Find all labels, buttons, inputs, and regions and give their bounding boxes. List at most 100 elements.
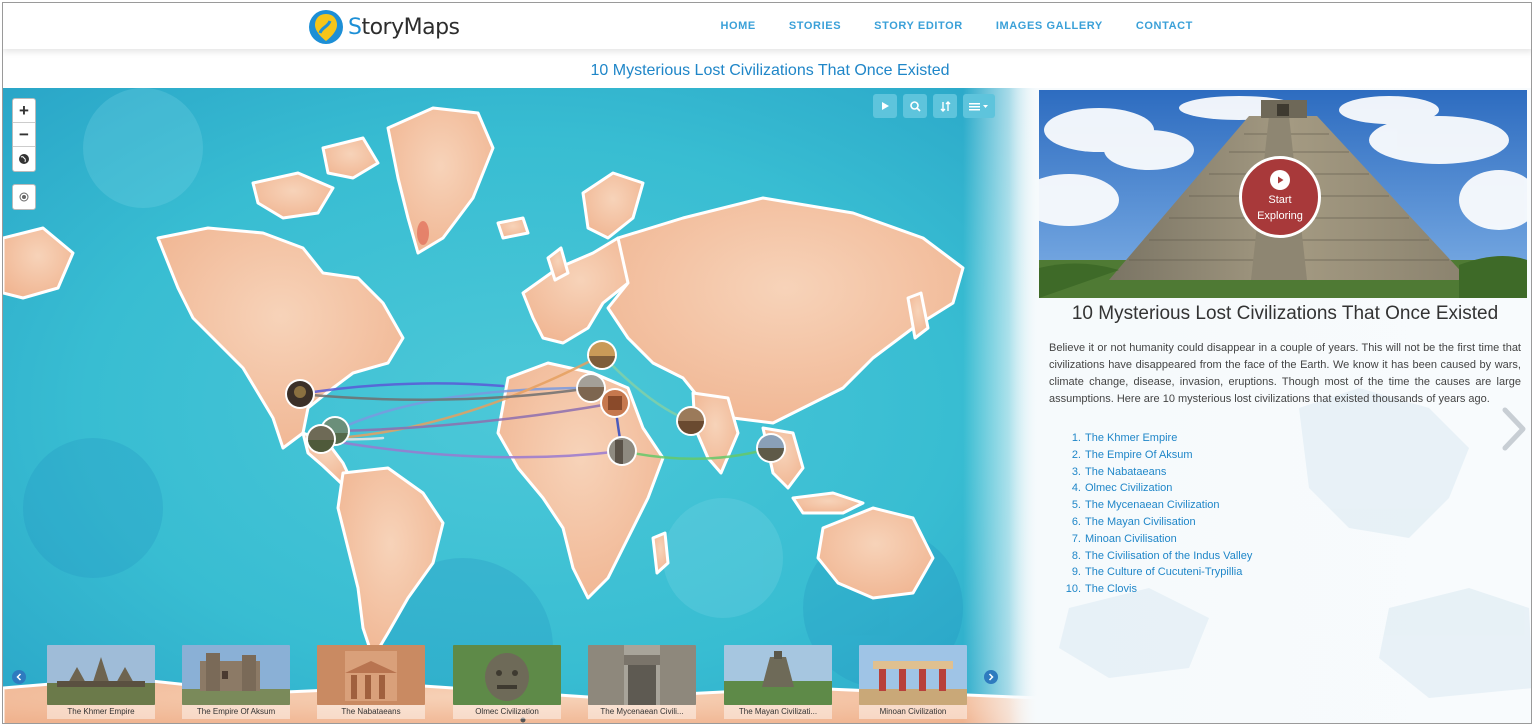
list-item[interactable]: 9. The Culture of Cucuteni-Trypillia <box>1063 564 1363 581</box>
list-number: 9. <box>1071 566 1081 579</box>
layers-icon <box>969 103 988 111</box>
nav-stories[interactable]: STORIES <box>789 20 841 32</box>
start-exploring-line1: Start <box>1268 194 1292 206</box>
thumbnail-nabataeans[interactable]: The Nabataeans <box>317 645 425 719</box>
storymaps-logo[interactable]: StoryMaps <box>308 8 460 46</box>
list-link[interactable]: The Empire Of Aksum <box>1085 449 1193 461</box>
globe-button[interactable] <box>13 147 35 171</box>
list-item[interactable]: 6. The Mayan Civilisation <box>1063 514 1363 531</box>
list-link[interactable]: The Mycenaean Civilization <box>1085 499 1220 511</box>
nav-images-gallery[interactable]: IMAGES GALLERY <box>996 20 1103 32</box>
thumbnail-olmec[interactable]: Olmec Civilization <box>453 645 561 719</box>
list-link[interactable]: The Culture of Cucuteni-Trypillia <box>1085 566 1242 578</box>
thumbnail-label: The Empire Of Aksum <box>182 705 290 719</box>
list-link[interactable]: The Clovis <box>1085 583 1137 595</box>
play-icon <box>882 102 889 110</box>
list-link[interactable]: Olmec Civilization <box>1085 482 1172 494</box>
chevron-right-icon <box>988 673 994 681</box>
marker-cucuteni[interactable] <box>587 340 617 370</box>
page-title: 10 Mysterious Lost Civilizations That On… <box>590 62 950 79</box>
carousel-prev-button[interactable] <box>12 670 26 684</box>
nav-menu: HOME STORIES STORY EDITOR IMAGES GALLERY… <box>687 3 1193 49</box>
list-link[interactable]: The Khmer Empire <box>1085 432 1177 444</box>
watercolor-map-canvas <box>3 88 1039 723</box>
list-link[interactable]: Minoan Civilisation <box>1085 533 1177 545</box>
list-number: 5. <box>1071 499 1081 512</box>
list-link[interactable]: The Civilisation of the Indus Valley <box>1085 550 1252 562</box>
story-title: 10 Mysterious Lost Civilizations That On… <box>1071 303 1499 324</box>
start-exploring-button[interactable]: Start Exploring <box>1239 156 1321 238</box>
list-item[interactable]: 5. The Mycenaean Civilization <box>1063 497 1363 514</box>
watercolor-accent <box>417 221 429 245</box>
list-link[interactable]: The Nabataeans <box>1085 466 1166 478</box>
carousel-next-button[interactable] <box>984 670 998 684</box>
zoom-search-button[interactable] <box>903 94 927 118</box>
thumbnail-label: The Mycenaean Civili... <box>588 705 696 719</box>
list-item[interactable]: 8. The Civilisation of the Indus Valley <box>1063 548 1363 565</box>
nav-home[interactable]: HOME <box>720 20 755 32</box>
marker-nabataeans[interactable] <box>600 388 630 418</box>
logo-text-tory: tory <box>361 14 404 40</box>
thumbnail-label: Olmec Civilization <box>453 705 561 719</box>
thumbnail-image <box>724 645 832 705</box>
logo-text-s: S <box>348 14 362 40</box>
marker-indus-valley[interactable] <box>676 406 706 436</box>
list-item[interactable]: 7. Minoan Civilisation <box>1063 531 1363 548</box>
thumbnail-khmer[interactable]: The Khmer Empire <box>47 645 155 719</box>
title-strip: 10 Mysterious Lost Civilizations That On… <box>3 49 1531 88</box>
thumbnail-mycenaean[interactable]: The Mycenaean Civili... <box>588 645 696 719</box>
thumbnail-label: The Khmer Empire <box>47 705 155 719</box>
list-number: 3. <box>1071 465 1081 478</box>
thumbnail-image <box>182 645 290 705</box>
list-number: 4. <box>1071 482 1081 495</box>
list-number: 2. <box>1071 448 1081 461</box>
next-slide-chevron-icon[interactable] <box>1499 406 1529 452</box>
locate-button[interactable] <box>13 185 35 209</box>
locate-control <box>12 184 36 210</box>
list-link[interactable]: The Mayan Civilisation <box>1085 516 1196 528</box>
layers-dropdown-button[interactable] <box>963 94 995 118</box>
list-item[interactable]: 3. The Nabataeans <box>1063 464 1363 481</box>
hero-image: Start Exploring <box>1039 90 1527 298</box>
sort-icon <box>940 100 950 112</box>
zoom-out-button[interactable]: − <box>13 123 35 147</box>
list-item[interactable]: 1. The Khmer Empire <box>1063 430 1363 447</box>
target-icon <box>19 192 29 202</box>
magnifier-icon <box>909 100 921 112</box>
logo-pin-icon <box>309 10 343 44</box>
thumbnail-image <box>317 645 425 705</box>
thumbnail-aksum[interactable]: The Empire Of Aksum <box>182 645 290 719</box>
thumbnail-minoan[interactable]: Minoan Civilization <box>859 645 967 719</box>
thumbnail-label: Minoan Civilization <box>859 705 967 719</box>
zoom-control: + − <box>12 98 36 172</box>
world-map[interactable]: + − The Khmer Empire The Empire Of Aksum… <box>3 88 1039 723</box>
start-exploring-line2: Exploring <box>1257 210 1303 222</box>
story-description: Believe it or not humanity could disappe… <box>1049 342 1521 405</box>
globe-icon <box>19 154 29 164</box>
list-item[interactable]: 2. The Empire Of Aksum <box>1063 447 1363 464</box>
thumbnail-label: The Mayan Civilizati... <box>724 705 832 719</box>
list-number: 8. <box>1071 549 1081 562</box>
thumbnail-mayan[interactable]: The Mayan Civilizati... <box>724 645 832 719</box>
marker-olmec[interactable] <box>285 379 315 409</box>
marker-clovis[interactable] <box>306 424 336 454</box>
nav-story-editor[interactable]: STORY EDITOR <box>874 20 963 32</box>
thumbnail-label: The Nabataeans <box>317 705 425 719</box>
thumbnail-image <box>47 645 155 705</box>
list-item[interactable]: 10. The Clovis <box>1063 581 1363 598</box>
chevron-left-icon <box>16 673 22 681</box>
story-panel: Start Exploring 10 Mysterious Lost Civil… <box>1009 88 1531 723</box>
list-number: 1. <box>1071 432 1081 444</box>
sort-button[interactable] <box>933 94 957 118</box>
logo-text-maps: Maps <box>403 14 460 40</box>
thumbnail-image <box>588 645 696 705</box>
play-tour-button[interactable] <box>873 94 897 118</box>
marker-khmer[interactable] <box>756 433 786 463</box>
marker-aksum[interactable] <box>607 436 637 466</box>
thumbnail-image <box>859 645 967 705</box>
logo-text: StoryMaps <box>348 15 460 40</box>
list-item[interactable]: 4. Olmec Civilization <box>1063 480 1363 497</box>
list-number: 6. <box>1071 515 1081 528</box>
zoom-in-button[interactable]: + <box>13 99 35 123</box>
nav-contact[interactable]: CONTACT <box>1136 20 1193 32</box>
